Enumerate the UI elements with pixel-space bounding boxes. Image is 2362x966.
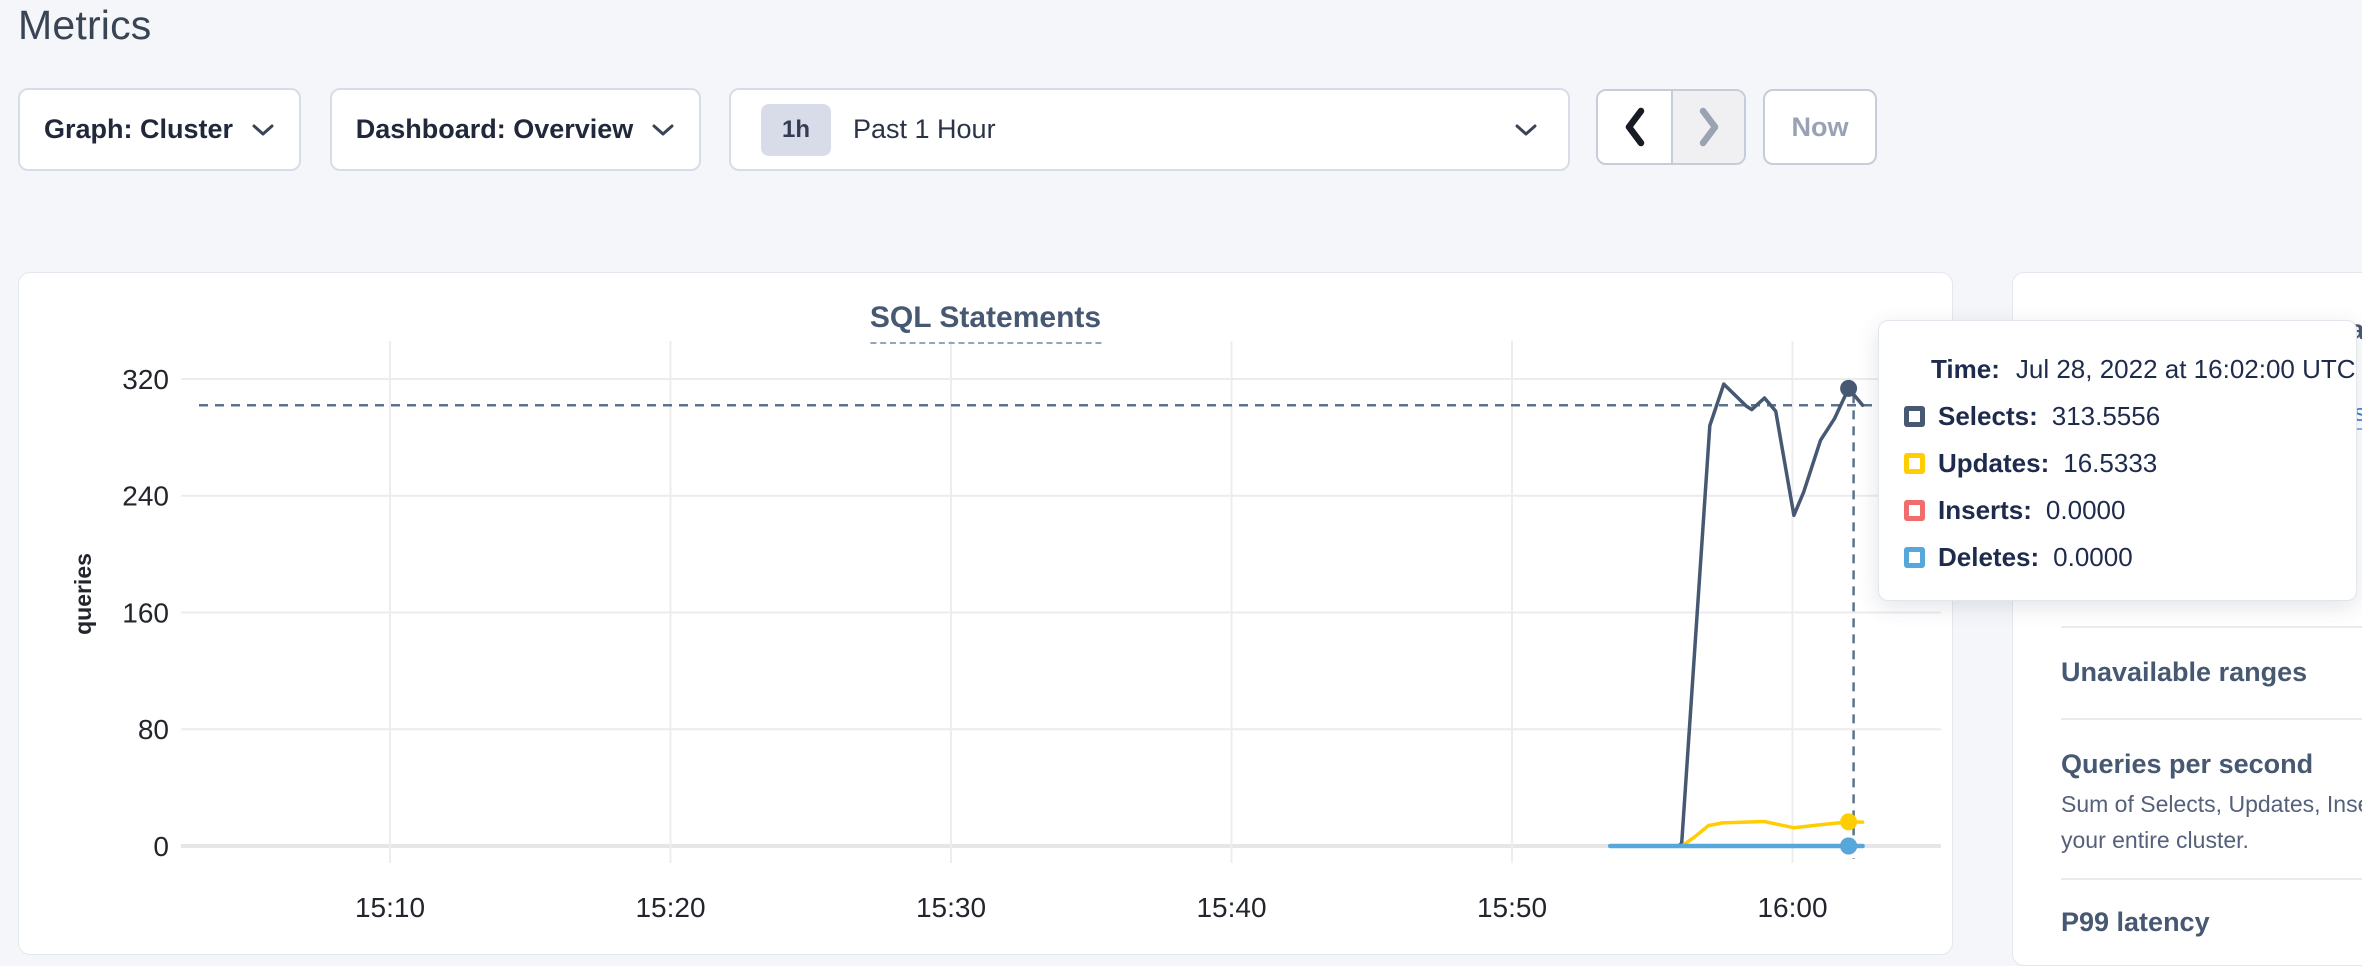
dashboard-dropdown[interactable]: Dashboard: Overview: [330, 88, 701, 171]
y-tick-label: 240: [122, 481, 169, 512]
tooltip-series-label: Inserts:: [1938, 495, 2032, 526]
tooltip-row-updates: Updates: 16.5333: [1904, 448, 2157, 479]
inserts-swatch-icon: [1904, 500, 1925, 521]
time-range-label: Past 1 Hour: [853, 114, 996, 145]
chevron-down-icon: [1514, 123, 1538, 137]
tooltip-time-value: Jul 28, 2022 at 16:02:00 UTC: [2016, 354, 2356, 384]
tooltip-time-row: Time: Jul 28, 2022 at 16:02:00 UTC: [1931, 354, 2356, 385]
time-range-badge: 1h: [761, 104, 831, 156]
x-tick-label: 16:00: [1757, 892, 1827, 923]
tooltip-series-value: 313.5556: [2052, 401, 2160, 432]
selects-swatch-icon: [1904, 406, 1925, 427]
sidebar-item-p99-latency: P99 latency: [2061, 907, 2210, 938]
tooltip-row-inserts: Inserts: 0.0000: [1904, 495, 2125, 526]
chevron-left-icon: [1623, 107, 1647, 147]
x-tick-label: 15:40: [1196, 892, 1266, 923]
sql-statements-chart[interactable]: 0 80 160 240 320 15:10 15:20 15:30 15:40 15:50 16:…: [19, 273, 1954, 956]
tooltip-series-value: 0.0000: [2053, 542, 2133, 573]
sql-statements-chart-card: SQL Statements 0 80 160 240 320 15:10 15:20 15:…: [18, 272, 1953, 955]
chart-title[interactable]: SQL Statements: [870, 301, 1101, 344]
chevron-right-icon: [1697, 107, 1721, 147]
deletes-swatch-icon: [1904, 547, 1925, 568]
sidebar-item-unavailable-ranges: Unavailable ranges: [2061, 657, 2307, 688]
time-shift-button-group: [1596, 89, 1746, 165]
divider: [2061, 878, 2362, 880]
sidebar-description-line: your entire cluster.: [2061, 827, 2249, 854]
x-tick-label: 15:50: [1477, 892, 1547, 923]
divider: [2061, 718, 2362, 720]
tooltip-series-value: 16.5333: [2063, 448, 2157, 479]
divider: [2061, 626, 2362, 628]
dashboard-dropdown-label: Dashboard: Overview: [356, 114, 634, 145]
page-title: Metrics: [18, 2, 152, 49]
x-tick-label: 15:10: [355, 892, 425, 923]
graph-dropdown[interactable]: Graph: Cluster: [18, 88, 301, 171]
tooltip-series-label: Selects:: [1938, 401, 2038, 432]
sidebar-description-line: Sum of Selects, Updates, Inser: [2061, 791, 2362, 818]
y-axis-label: queries: [70, 553, 96, 635]
y-tick-label: 0: [153, 831, 169, 862]
next-time-window-button[interactable]: [1671, 91, 1744, 163]
tooltip-series-label: Deletes:: [1938, 542, 2039, 573]
updates-swatch-icon: [1904, 453, 1925, 474]
chevron-down-icon: [251, 123, 275, 137]
x-tick-label: 15:20: [635, 892, 705, 923]
chevron-down-icon: [651, 123, 675, 137]
sidebar-item-queries-per-second: Queries per second: [2061, 749, 2313, 780]
tooltip-series-label: Updates:: [1938, 448, 2049, 479]
y-tick-label: 160: [122, 597, 169, 628]
hover-dot-updates: [1840, 813, 1857, 830]
tooltip-row-selects: Selects: 313.5556: [1904, 401, 2160, 432]
tooltip-series-value: 0.0000: [2046, 495, 2126, 526]
chart-hover-tooltip: Time: Jul 28, 2022 at 16:02:00 UTC Select…: [1878, 320, 2357, 601]
graph-dropdown-label: Graph: Cluster: [44, 114, 233, 145]
series-line-updates[interactable]: [1610, 822, 1862, 847]
series-line-selects[interactable]: [1610, 384, 1862, 846]
y-tick-label: 80: [138, 714, 169, 745]
previous-time-window-button[interactable]: [1598, 91, 1671, 163]
hover-dot-deletes: [1840, 838, 1857, 855]
tooltip-time-label: Time:: [1931, 354, 2000, 384]
time-range-dropdown[interactable]: 1h Past 1 Hour: [729, 88, 1570, 171]
tooltip-row-deletes: Deletes: 0.0000: [1904, 542, 2133, 573]
y-tick-label: 320: [122, 364, 169, 395]
hover-dot-selects: [1840, 380, 1857, 397]
x-tick-label: 15:30: [916, 892, 986, 923]
now-button[interactable]: Now: [1763, 89, 1877, 165]
